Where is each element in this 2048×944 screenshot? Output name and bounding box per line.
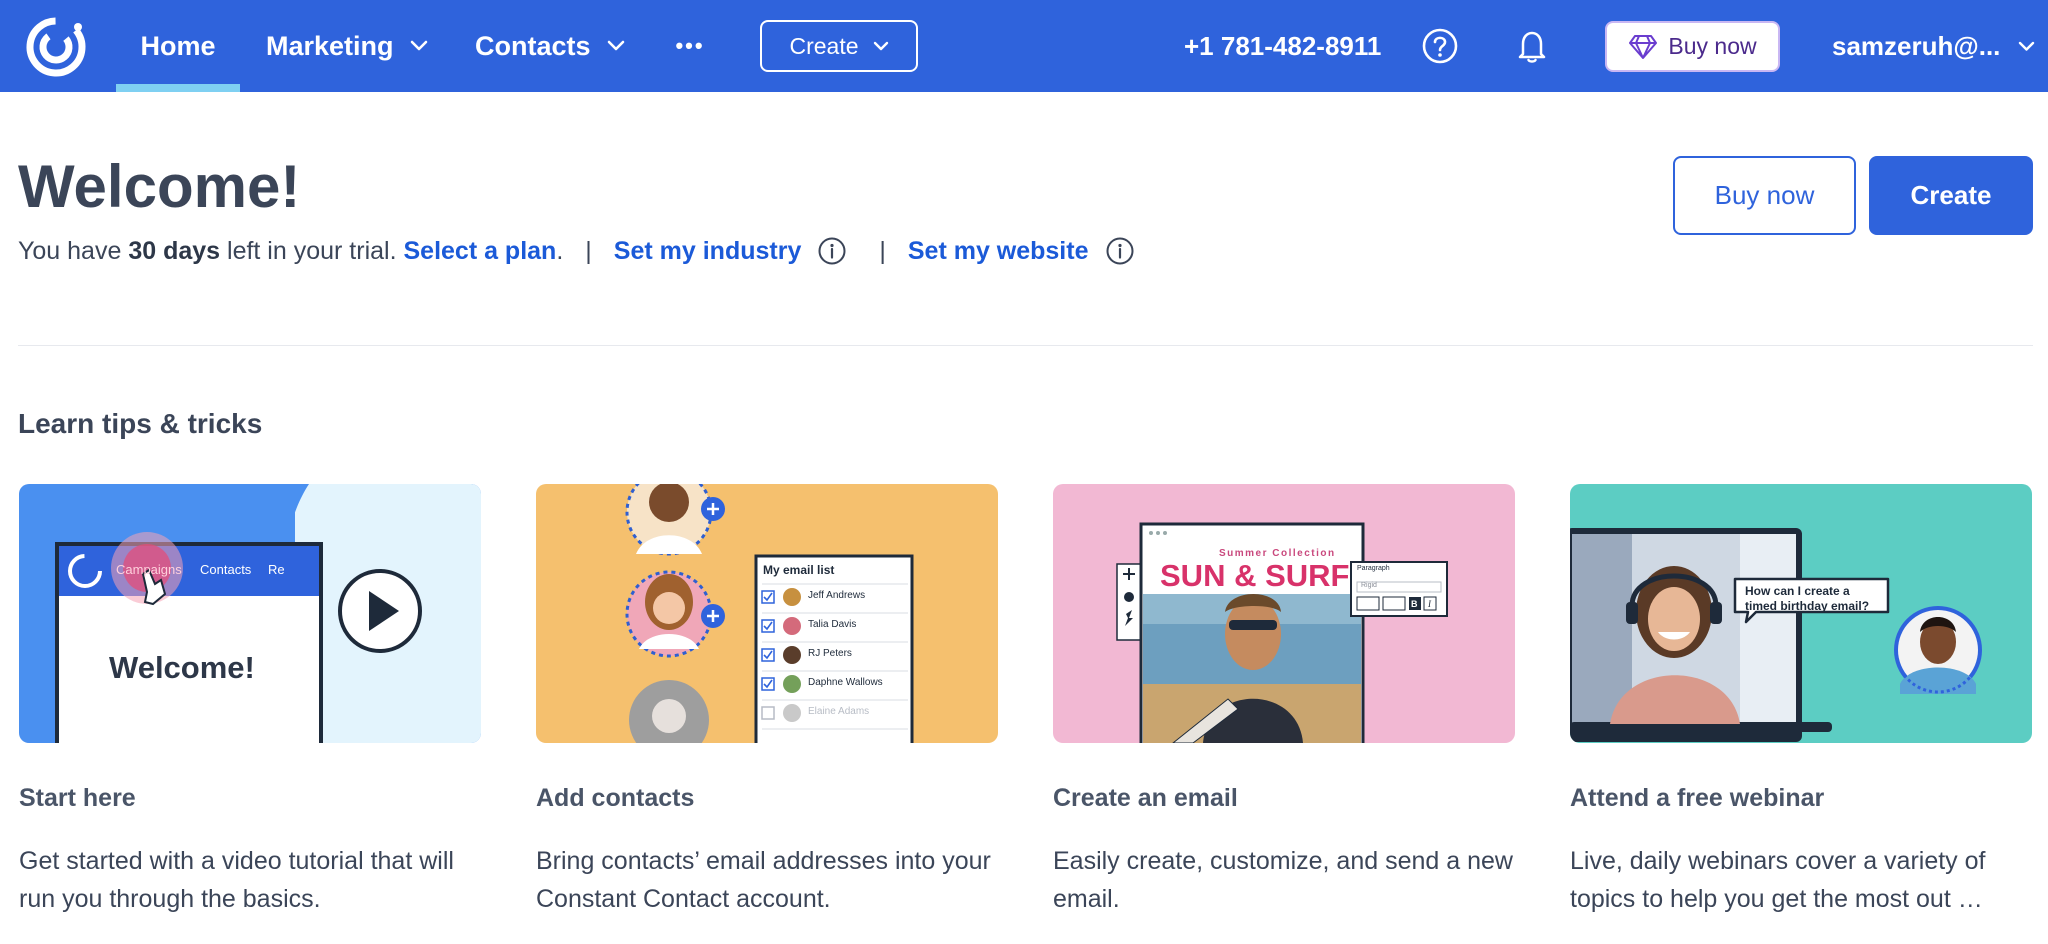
contact-name: RJ Peters [808,648,852,659]
help-icon[interactable] [1421,27,1459,65]
trial-prefix: You have [18,236,122,265]
notifications-bell-icon[interactable] [1515,28,1549,64]
card-title[interactable]: Start here [19,784,136,813]
contact-name: Elaine Adams [808,706,870,717]
trial-suffix: left in your trial. [227,236,397,265]
email-list-title: My email list [763,563,835,577]
nav-buy-now-label: Buy now [1668,33,1757,59]
divider [18,345,2033,346]
card-description: Easily create, customize, and send a new… [1053,847,1513,913]
create-email-thumbnail[interactable]: B I Summer Collection SUN & SURF Paragra… [1053,484,1515,743]
buy-now-button[interactable]: Buy now [1673,156,1856,235]
nav-buy-now-button[interactable]: Buy now [1605,21,1780,72]
thumb-welcome: Welcome! [109,650,255,685]
webinar-thumbnail[interactable]: How can I create a timed birthday email? [1570,484,2032,743]
set-industry-link[interactable]: Set my industry [614,237,802,266]
panel-label: Paragraph [1357,565,1390,572]
thumb-tab-contacts: Contacts [200,562,252,577]
chevron-down-icon [607,40,624,51]
card-title[interactable]: Attend a free webinar [1570,784,1824,813]
tip-card-webinar[interactable]: How can I create a timed birthday email?… [1570,484,2032,913]
nav-marketing[interactable]: Marketing [266,0,428,92]
contact-name: Talia Davis [808,619,857,630]
chevron-down-icon [873,41,888,50]
more-icon: ••• [675,33,705,58]
chevron-down-icon [410,40,427,51]
nav-create-button[interactable]: Create [760,20,918,72]
more-menu-button[interactable]: ••• [672,0,708,92]
nav-home-label: Home [140,30,216,61]
card-description: Live, daily webinars cover a variety of … [1570,847,1986,913]
user-email: samzeruh@... [1832,30,2001,61]
trial-days: 30 days [128,236,221,265]
svg-text:B: B [1411,599,1418,609]
nav-contacts-label: Contacts [475,30,591,61]
email-headline: SUN & SURF [1160,558,1350,593]
trial-status-line: You have 30 days left in your trial. Sel… [18,236,1135,266]
contact-name: Daphne Wallows [808,677,883,688]
card-description: Bring contacts’ email addresses into you… [536,847,991,913]
tip-card-add-contacts[interactable]: My email list Jeff Andrews Talia Davis R… [536,484,998,913]
video-tutorial-thumbnail[interactable]: Campaigns Contacts Re Welcome! [19,484,481,743]
tip-card-create-email[interactable]: B I Summer Collection SUN & SURF Paragra… [1053,484,1515,913]
set-website-link[interactable]: Set my website [908,237,1089,266]
add-contacts-thumbnail[interactable]: My email list Jeff Andrews Talia Davis R… [536,484,998,743]
trial-period: . [556,236,564,265]
section-title-tips: Learn tips & tricks [18,408,263,439]
nav-create-label: Create [789,32,859,59]
active-tab-indicator [116,84,240,92]
chat-bubble-text: How can I create a timed birthday email? [1745,584,1870,613]
separator: | [585,236,592,265]
nav-home[interactable]: Home [116,0,240,92]
card-description: Get started with a video tutorial that w… [19,847,454,913]
card-title[interactable]: Create an email [1053,784,1238,813]
top-nav: Home Marketing Contacts ••• Create +1 78… [0,0,2048,92]
diamond-icon [1629,34,1658,59]
select-plan-link[interactable]: Select a plan [403,237,556,266]
separator: | [879,236,886,265]
nav-marketing-label: Marketing [266,30,394,61]
panel-value: Rigid [1361,582,1377,589]
constant-contact-logo-icon[interactable] [22,13,90,81]
thumb-tab-campaigns: Campaigns [116,562,182,577]
create-button[interactable]: Create [1869,156,2033,235]
thumb-tab-partial: Re [268,562,285,577]
user-account-menu[interactable]: samzeruh@... [1832,0,2035,92]
phone-number[interactable]: +1 781-482-8911 [1184,0,1381,92]
card-title[interactable]: Add contacts [536,784,694,813]
info-icon[interactable] [817,236,847,266]
contact-name: Jeff Andrews [808,590,866,601]
page-title: Welcome! [18,153,301,220]
info-icon[interactable] [1105,236,1135,266]
chevron-down-icon [2019,41,2035,51]
nav-contacts[interactable]: Contacts [475,0,625,92]
tip-card-start-here[interactable]: Campaigns Contacts Re Welcome! Start her… [19,484,481,913]
